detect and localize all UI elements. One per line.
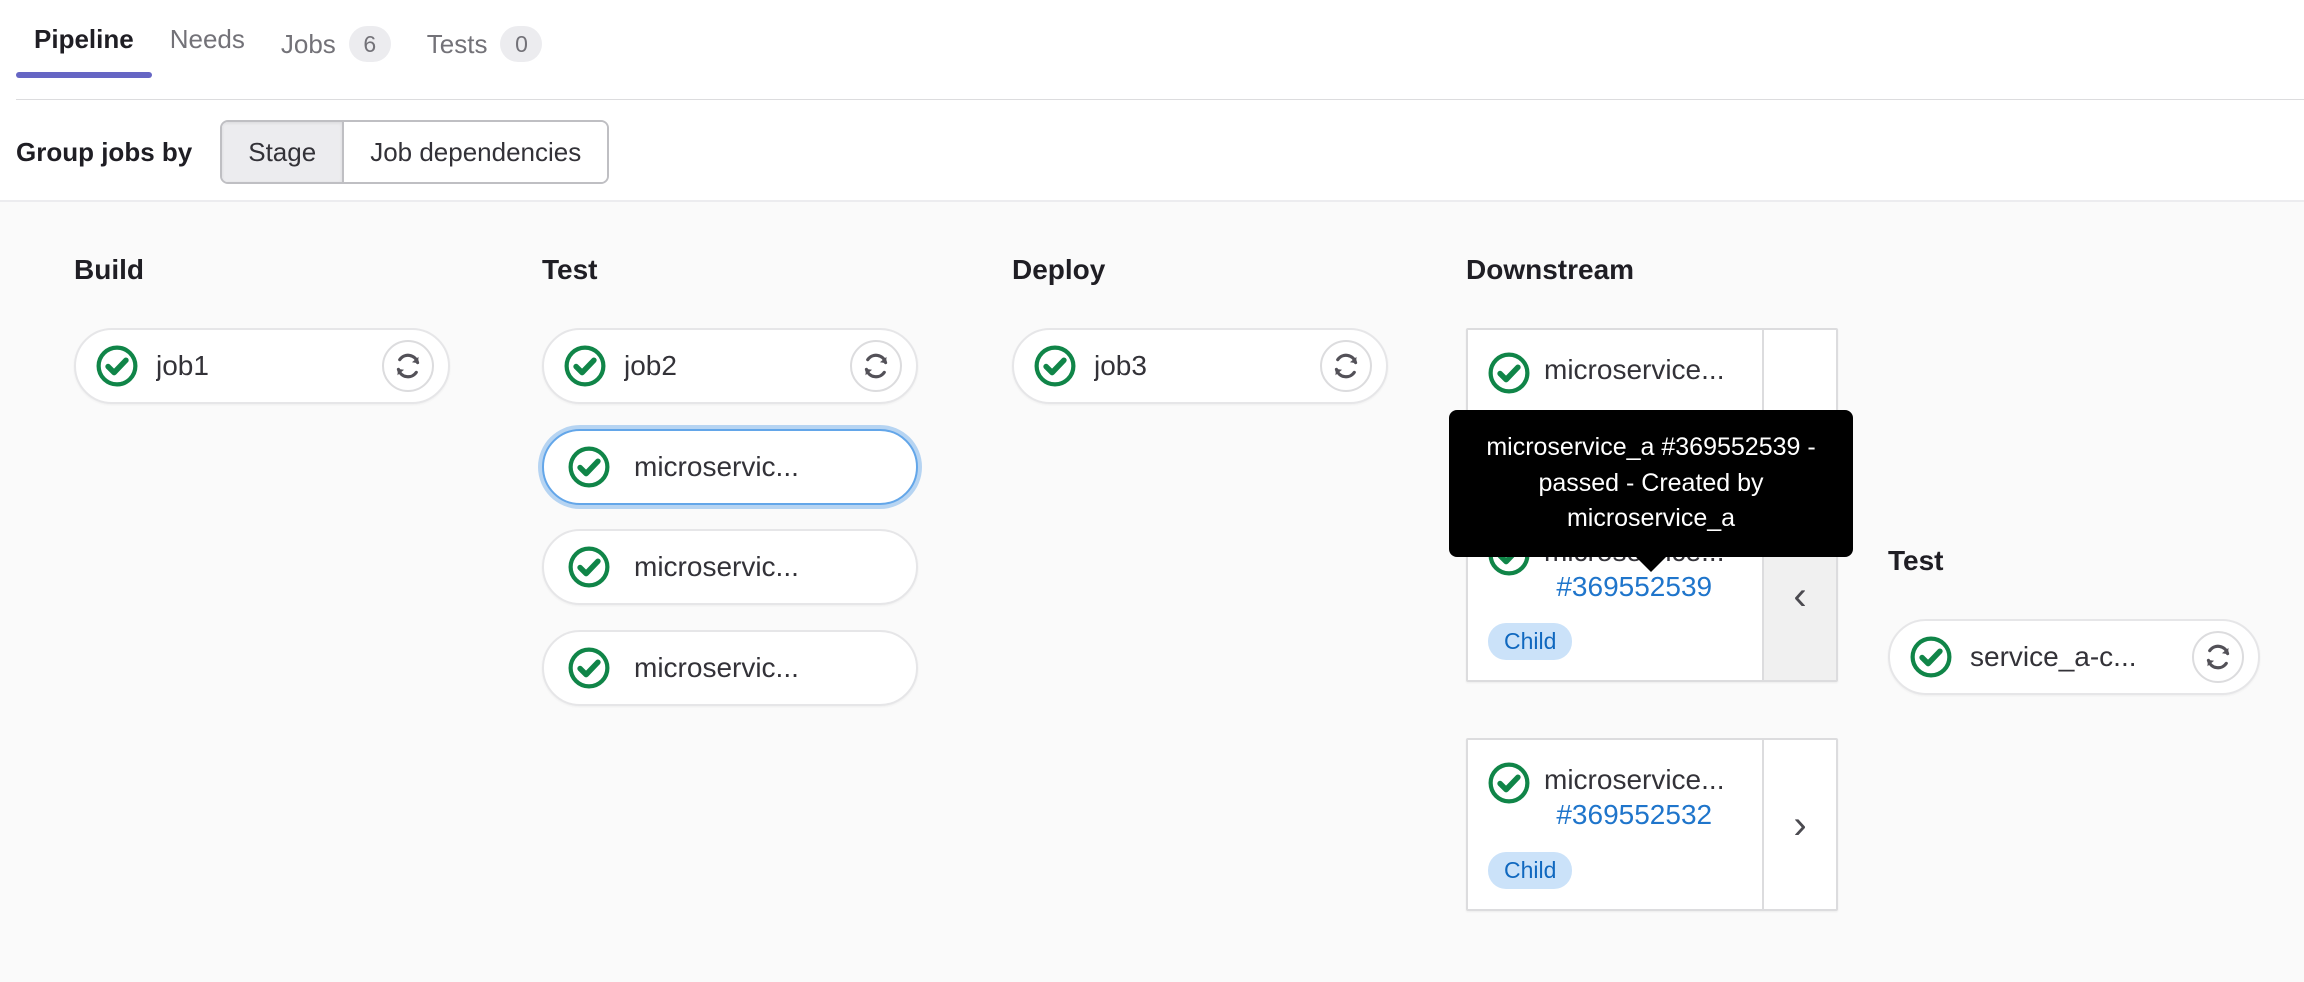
pipeline-tooltip: microservice_a #369552539 - passed - Cre… (1449, 410, 1853, 557)
tab-pipeline-label: Pipeline (34, 24, 134, 54)
pipeline-tooltip-text: microservice_a #369552539 - passed - Cre… (1486, 433, 1816, 532)
retry-job-button[interactable] (850, 340, 902, 392)
group-jobs-by-label: Group jobs by (16, 136, 193, 167)
job-card-job2[interactable]: job2 (542, 328, 918, 404)
tab-tests-label: Tests (426, 29, 488, 59)
status-passed-icon (1488, 352, 1530, 394)
stage-title-test: Test (542, 254, 598, 285)
downstream-card-top[interactable]: microservice... (1466, 328, 1838, 418)
downstream-pipeline-id-link[interactable]: #369552539 (1544, 569, 1724, 605)
expanded-pipeline-stage-test: Test service_a-c... (1888, 545, 2260, 720)
tab-needs-label: Needs (169, 24, 245, 54)
stage-column-test: Test job2 microservic... microservic... … (542, 254, 918, 731)
stage-column-deploy: Deploy job3 (1012, 254, 1388, 429)
pipeline-tabbar: Pipeline Needs Jobs 6 Tests 0 (0, 0, 2304, 104)
stage-title-expanded-test: Test (1888, 545, 1944, 576)
job-card-service-a-c[interactable]: service_a-c... (1888, 619, 2260, 695)
chevron-right-icon: › (1793, 802, 1807, 847)
tab-tests-count: 0 (500, 26, 543, 62)
job-name-label: microservic... (634, 451, 799, 482)
tab-jobs[interactable]: Jobs 6 (263, 0, 409, 88)
stage-title-build: Build (74, 254, 144, 285)
stage-title-downstream: Downstream (1466, 254, 1635, 285)
tab-needs[interactable]: Needs (152, 0, 263, 78)
group-by-stage-button[interactable]: Stage (222, 122, 343, 182)
status-passed-icon (568, 647, 610, 689)
job-card-microservice-3[interactable]: microservic... (542, 630, 918, 706)
job-name-label: job2 (624, 350, 677, 381)
retry-job-button[interactable] (2192, 631, 2244, 683)
job-name-label: job1 (156, 350, 209, 381)
retry-icon (864, 353, 888, 379)
job-name-label: microservic... (634, 652, 799, 683)
downstream-expand-button[interactable] (1762, 330, 1836, 416)
downstream-pipeline-id-link[interactable]: #369552532 (1544, 797, 1724, 833)
job-name-label: microservic... (634, 551, 799, 582)
tab-tests[interactable]: Tests 0 (409, 0, 561, 88)
status-passed-icon (564, 345, 606, 387)
retry-icon (396, 353, 420, 379)
job-card-microservice-2[interactable]: microservic... (542, 529, 918, 605)
downstream-pipeline-name: microservice... (1544, 764, 1725, 796)
status-passed-icon (1488, 762, 1530, 804)
job-name-label: job3 (1094, 350, 1147, 381)
downstream-card-369552532[interactable]: microservice... #369552532 Child › (1466, 738, 1838, 911)
downstream-pipeline-name: microservice... (1544, 354, 1725, 385)
job-card-microservice-1[interactable]: microservic... (542, 429, 918, 505)
retry-icon (1334, 353, 1358, 379)
stage-column-build: Build job1 (74, 254, 450, 429)
retry-icon (2206, 644, 2230, 670)
tab-jobs-count: 6 (348, 26, 391, 62)
retry-job-button[interactable] (1320, 340, 1372, 392)
status-passed-icon (1034, 345, 1076, 387)
stage-column-downstream: Downstream microservice... #369552539 Ch… (1466, 254, 1838, 967)
status-passed-icon (1910, 636, 1952, 678)
job-card-job3[interactable]: job3 (1012, 328, 1388, 404)
status-passed-icon (568, 446, 610, 488)
tab-jobs-label: Jobs (280, 29, 336, 59)
downstream-expand-button[interactable]: › (1762, 740, 1836, 909)
stage-title-deploy: Deploy (1012, 254, 1106, 285)
downstream-child-badge: Child (1488, 851, 1573, 889)
status-passed-icon (568, 546, 610, 588)
chevron-left-icon: ‹ (1793, 574, 1807, 619)
job-name-label: service_a-c... (1970, 641, 2137, 672)
tab-pipeline[interactable]: Pipeline (16, 0, 152, 78)
pipeline-graph: Build job1 Test job2 microservic... micr… (0, 202, 2304, 982)
job-card-job1[interactable]: job1 (74, 328, 450, 404)
graph-toolbar: Group jobs by Stage Job dependencies (0, 104, 2304, 202)
group-by-job-dependencies-button[interactable]: Job dependencies (342, 122, 608, 182)
group-jobs-by-segmented-control: Stage Job dependencies (220, 120, 610, 184)
status-passed-icon (96, 345, 138, 387)
retry-job-button[interactable] (382, 340, 434, 392)
downstream-child-badge: Child (1488, 623, 1573, 661)
